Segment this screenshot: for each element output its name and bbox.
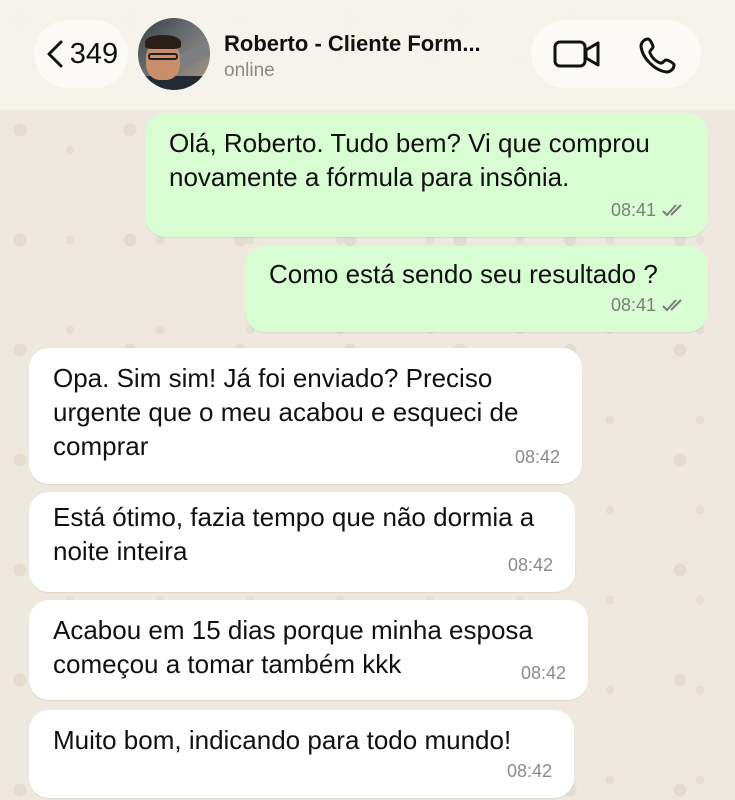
message-time: 08:41	[610, 200, 656, 220]
message-time: 08:42	[520, 663, 566, 683]
message-meta: 08:42	[507, 754, 552, 788]
contact-status: online	[224, 60, 275, 81]
message-meta: 08:42	[508, 548, 553, 582]
call-actions	[531, 20, 701, 88]
chat-header: 349 Roberto - Cliente Form... online	[0, 0, 735, 110]
message-time: 08:42	[507, 555, 553, 575]
double-check-icon	[662, 299, 682, 312]
message-text: Olá, Roberto. Tudo bem? Vi que comprou n…	[169, 128, 650, 192]
video-camera-icon[interactable]	[553, 38, 601, 70]
message-text: Opa. Sim sim! Já foi enviado? Preciso ur…	[53, 363, 519, 461]
message-text: Muito bom, indicando para todo mundo!	[53, 725, 512, 755]
message-meta: 08:41	[611, 288, 686, 322]
message-bubble-incoming[interactable]: Muito bom, indicando para todo mundo! 08…	[29, 710, 574, 798]
message-bubble-outgoing[interactable]: Olá, Roberto. Tudo bem? Vi que comprou n…	[145, 113, 708, 237]
avatar[interactable]	[138, 18, 210, 90]
message-meta: 08:41	[611, 193, 686, 227]
message-text: Como está sendo seu resultado ?	[269, 259, 658, 289]
contact-name[interactable]: Roberto - Cliente Form...	[224, 31, 514, 57]
message-bubble-incoming[interactable]: Está ótimo, fazia tempo que não dormia a…	[29, 492, 575, 592]
message-text: Acabou em 15 dias porque minha esposa co…	[53, 615, 533, 679]
message-bubble-incoming[interactable]: Acabou em 15 dias porque minha esposa co…	[29, 600, 588, 700]
chevron-left-icon	[47, 40, 63, 68]
phone-icon[interactable]	[639, 36, 677, 74]
double-check-icon	[662, 204, 682, 217]
unread-count: 349	[69, 37, 119, 70]
message-bubble-incoming[interactable]: Opa. Sim sim! Já foi enviado? Preciso ur…	[29, 348, 582, 484]
message-time: 08:42	[514, 447, 560, 467]
message-text: Está ótimo, fazia tempo que não dormia a…	[53, 502, 535, 566]
message-time: 08:41	[610, 295, 656, 315]
message-bubble-outgoing[interactable]: Como está sendo seu resultado ? 08:41	[245, 246, 708, 332]
message-meta: 08:42	[515, 440, 560, 474]
back-button[interactable]: 349	[34, 20, 128, 88]
message-time: 08:42	[506, 761, 552, 781]
message-meta: 08:42	[521, 656, 566, 690]
